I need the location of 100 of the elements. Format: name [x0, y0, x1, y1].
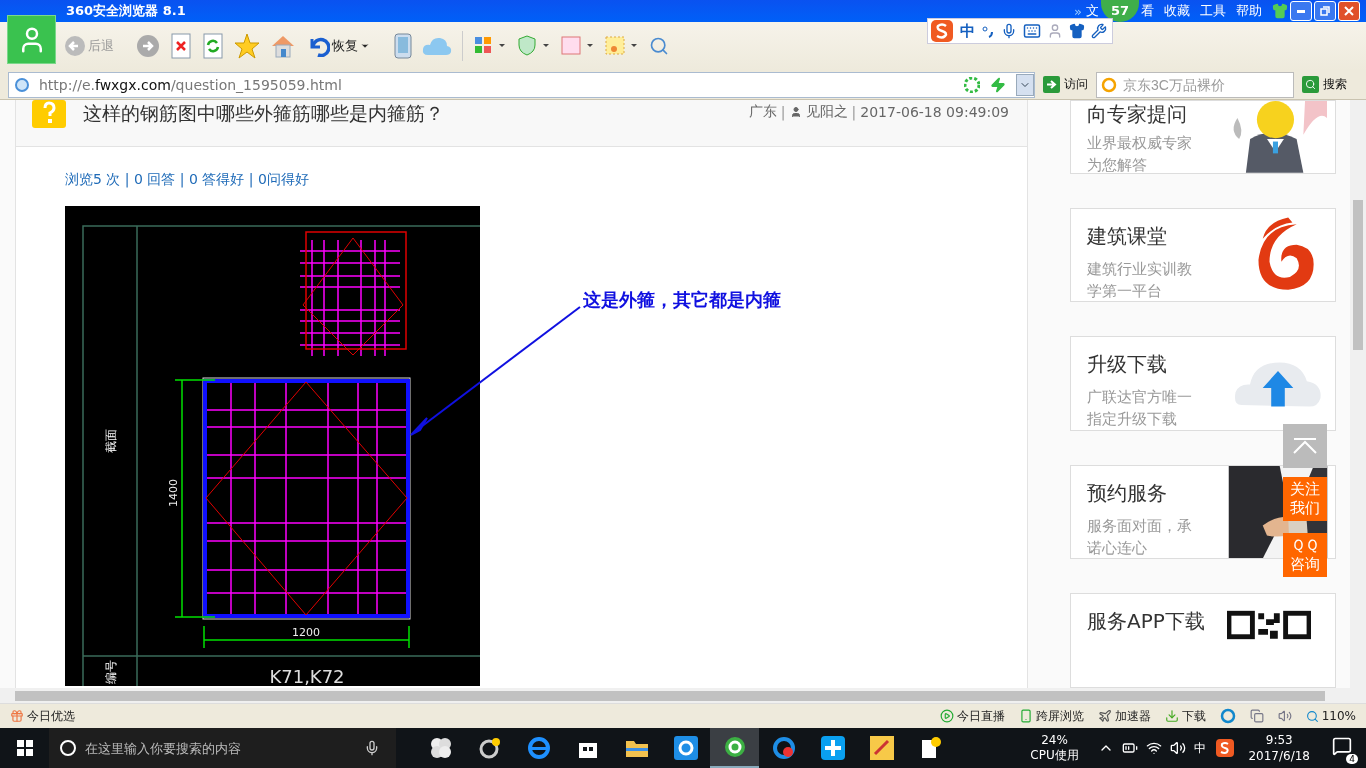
globe-icon: [15, 77, 29, 92]
windows-icon[interactable]: [1249, 709, 1264, 723]
input-method-indicator[interactable]: 中: [1194, 739, 1207, 757]
daily-picks-link[interactable]: 今日优选: [10, 707, 75, 725]
notifications-icon[interactable]: [1332, 736, 1352, 756]
cpu-percent: 24%: [1041, 733, 1068, 748]
download-icon: [1164, 709, 1179, 723]
menu-item[interactable]: 看: [1141, 2, 1154, 20]
gift-icon: [10, 709, 24, 723]
status-button[interactable]: 跨屏浏览: [1018, 707, 1084, 725]
search-field[interactable]: 京东3C万品裸价: [1096, 71, 1294, 98]
restore-tabs-button[interactable]: 恢复: [306, 35, 370, 57]
meta-text: 2017-06-18 09:49:09: [860, 104, 1009, 120]
card-description: 广联达官方唯一指定升级下载: [1087, 387, 1193, 430]
settings-icon[interactable]: [1091, 23, 1107, 39]
minimize-icon: [1297, 9, 1305, 13]
phone-icon: [1018, 709, 1033, 723]
volume-icon[interactable]: [1170, 740, 1187, 756]
menu-item[interactable]: 收藏: [1164, 2, 1190, 20]
battery-icon[interactable]: [1122, 740, 1139, 756]
author-name[interactable]: 见阳之: [805, 103, 848, 121]
status-button[interactable]: 今日直播: [939, 707, 1005, 725]
qr-code-icon: [1227, 610, 1311, 641]
separator: |: [851, 104, 857, 120]
mic-icon[interactable]: [1001, 23, 1017, 39]
horizontal-scrollbar[interactable]: [0, 688, 1366, 704]
windows-logo-icon: [16, 740, 33, 756]
browser-icon[interactable]: [710, 728, 759, 768]
cortana-icon[interactable]: [59, 739, 77, 757]
question-stats: 浏览5 次 | 0 回答 | 0 答得好 | 0问得好: [65, 171, 310, 189]
close-icon: [1344, 6, 1354, 16]
url-text[interactable]: http://e.fwxgx.com/question_1595059.html: [39, 76, 342, 93]
card-title: 服务APP下载: [1087, 608, 1206, 636]
cpu-label: CPU使用: [1030, 748, 1079, 763]
scrollbar-thumb[interactable]: [1353, 200, 1363, 350]
card-title: 升级下载: [1087, 351, 1168, 379]
refresh-icon[interactable]: [202, 33, 224, 59]
notification-count: 4: [1346, 754, 1358, 764]
service-card[interactable]: 建筑课堂 建筑行业实训教学第一平台: [1070, 207, 1336, 303]
search-icon: [1302, 76, 1319, 93]
minimize-button[interactable]: [1290, 1, 1312, 21]
punctuation-icon[interactable]: [981, 24, 995, 38]
search-button[interactable]: 搜索: [1300, 76, 1349, 93]
lightning-icon[interactable]: [990, 76, 1006, 93]
annotation-text: 这是外箍，其它都是内箍: [583, 288, 781, 312]
mic-icon[interactable]: [364, 740, 380, 756]
wifi-icon[interactable]: [1146, 740, 1163, 756]
question-title: 这样的钢筋图中哪些外箍筋哪些是内箍筋？: [83, 101, 444, 126]
aperture-icon[interactable]: [964, 76, 980, 93]
meta-text: 广东: [748, 103, 777, 121]
user-icon[interactable]: [1047, 23, 1063, 39]
ime-logo-icon[interactable]: [1216, 739, 1235, 757]
card-description: 业界最权威专家为您解答: [1087, 133, 1193, 173]
card-description: 服务面对面，承诺心连心: [1087, 515, 1193, 559]
id-value: K71,K72: [269, 666, 345, 686]
clock-time: 9:53: [1265, 732, 1293, 748]
service-card[interactable]: 服务APP下载: [1070, 593, 1336, 688]
dropdown-button[interactable]: [1016, 73, 1034, 96]
shield-icon[interactable]: [517, 35, 551, 57]
separator: |: [780, 104, 786, 120]
card-title: 预约服务: [1087, 479, 1168, 507]
zoom-button[interactable]: 110%: [1305, 709, 1356, 723]
menu-item[interactable]: 工具: [1200, 2, 1226, 20]
menu-item[interactable]: 帮助: [1236, 2, 1262, 20]
vertical-scrollbar[interactable]: [1350, 100, 1366, 688]
star-icon[interactable]: [234, 33, 260, 59]
phone-icon[interactable]: [394, 33, 412, 59]
ime-mode-button[interactable]: 中: [960, 21, 975, 41]
address-field[interactable]: http://e.fwxgx.com/question_1595059.html: [8, 71, 1035, 98]
status-button[interactable]: 下载: [1164, 707, 1206, 725]
forward-icon[interactable]: [136, 34, 160, 58]
card-description: 建筑行业实训教学第一平台: [1087, 258, 1193, 302]
clock-date: 2017/6/18: [1248, 748, 1310, 764]
skin-icon[interactable]: [1069, 23, 1085, 39]
card-title: 建筑课堂: [1087, 222, 1168, 250]
scrollbar-thumb[interactable]: [15, 691, 1325, 701]
window-title: 360安全浏览器 8.1: [66, 2, 186, 20]
restore-button[interactable]: [1314, 1, 1336, 21]
card-title: 向专家提问: [1087, 101, 1188, 128]
menu-item[interactable]: 文: [1086, 2, 1099, 20]
play-icon: [939, 709, 954, 723]
plane-icon: [1097, 709, 1112, 723]
section-label: 截面: [104, 429, 118, 453]
search-engine-icon[interactable]: [1101, 76, 1117, 93]
close-button[interactable]: [1338, 1, 1360, 21]
search-icon[interactable]: [649, 36, 669, 56]
taskbar-search-field[interactable]: 在这里输入你要搜索的内容: [49, 728, 396, 768]
status-button[interactable]: 加速器: [1097, 707, 1151, 725]
user-avatar[interactable]: [7, 15, 56, 64]
back-icon: [64, 35, 86, 57]
stop-icon[interactable]: [170, 33, 192, 59]
service-card[interactable]: 向专家提问 业界最权威专家为您解答: [1070, 100, 1336, 174]
service-card[interactable]: 升级下载 广联达官方唯一指定升级下载: [1070, 336, 1336, 431]
skin-icon[interactable]: [1272, 3, 1288, 19]
keyboard-icon[interactable]: [1023, 22, 1041, 40]
caret-icon: [360, 41, 370, 51]
home-icon[interactable]: [270, 33, 296, 59]
user-icon: [789, 106, 802, 118]
go-button[interactable]: 访问: [1041, 76, 1090, 93]
clock[interactable]: 9:53 2017/6/18: [1248, 732, 1310, 764]
